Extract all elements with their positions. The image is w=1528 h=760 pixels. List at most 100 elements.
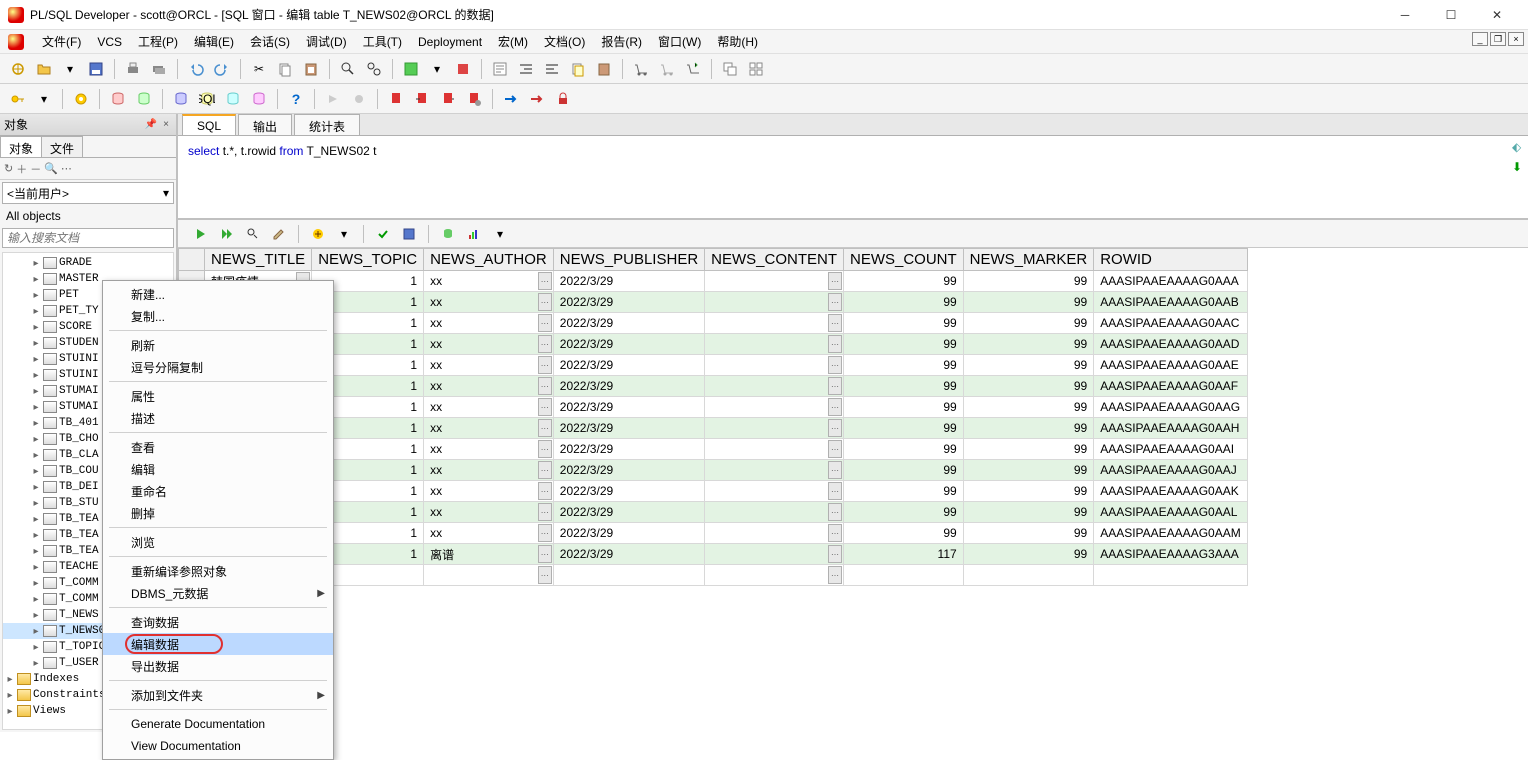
cell-ellipsis-icon[interactable]: ⋯ [828, 440, 842, 458]
cell-ellipsis-icon[interactable]: ⋯ [828, 272, 842, 290]
bk2-icon[interactable] [410, 87, 434, 111]
tile-icon[interactable] [744, 57, 768, 81]
cell-ellipsis-icon[interactable]: ⋯ [828, 398, 842, 416]
cut-icon[interactable]: ✂ [247, 57, 271, 81]
find3-icon[interactable] [242, 223, 264, 245]
ctx-查询数据[interactable]: 查询数据 [103, 611, 333, 633]
cell-ellipsis-icon[interactable]: ⋯ [828, 314, 842, 332]
bk3-icon[interactable] [436, 87, 460, 111]
ctx-属性[interactable]: 属性 [103, 385, 333, 407]
ctx-逗号分隔复制[interactable]: 逗号分隔复制 [103, 356, 333, 378]
step2-icon[interactable] [347, 87, 371, 111]
cell-ellipsis-icon[interactable]: ⋯ [538, 461, 552, 479]
cell-ellipsis-icon[interactable]: ⋯ [538, 335, 552, 353]
db2-icon[interactable] [132, 87, 156, 111]
table-row[interactable]: 美国疫情⋯1xx⋯2022/3/29⋯9999AAASIPAAEAAAAG0AA… [179, 418, 1248, 439]
context-menu[interactable]: 新建...复制...刷新逗号分隔复制属性描述查看编辑重命名删掉浏览重新编译参照对… [102, 280, 334, 760]
explain-icon[interactable] [488, 57, 512, 81]
ctx-浏览[interactable]: 浏览 [103, 531, 333, 553]
col-NEWS_PUBLISHER[interactable]: NEWS_PUBLISHER [553, 249, 704, 271]
replace-icon[interactable] [362, 57, 386, 81]
cart2-icon[interactable] [655, 57, 679, 81]
ctx-复制...[interactable]: 复制... [103, 305, 333, 327]
add-row-icon[interactable] [307, 223, 329, 245]
cell-ellipsis-icon[interactable]: ⋯ [828, 356, 842, 374]
table-row[interactable]: 美国疫情⋯1离谱⋯2022/3/29⋯11799AAASIPAAEAAAAG3A… [179, 544, 1248, 565]
menu-宏(M)[interactable]: 宏(M) [490, 30, 536, 54]
bk4-icon[interactable] [462, 87, 486, 111]
cell-ellipsis-icon[interactable]: ⋯ [828, 293, 842, 311]
cell-ellipsis-icon[interactable]: ⋯ [538, 398, 552, 416]
plus-icon[interactable]: ＋ [16, 161, 27, 177]
table-row[interactable]: 韩国疫情⋯1xx⋯2022/3/29⋯9999AAASIPAAEAAAAG0AA… [179, 271, 1248, 292]
col-NEWS_TOPIC[interactable]: NEWS_TOPIC [312, 249, 424, 271]
cell-ellipsis-icon[interactable]: ⋯ [828, 461, 842, 479]
menu-工程(P)[interactable]: 工程(P) [130, 30, 186, 54]
db5-icon[interactable] [221, 87, 245, 111]
drop-icon[interactable]: ▾ [333, 223, 355, 245]
tree-item-GRADE[interactable]: ▸GRADE [3, 255, 173, 271]
table-row[interactable]: 国内疫情⋯1xx⋯2022/3/29⋯9999AAASIPAAEAAAAG0AA… [179, 355, 1248, 376]
ctx-重新编译参照对象[interactable]: 重新编译参照对象 [103, 560, 333, 582]
gutter-down-icon[interactable]: ⬇ [1512, 160, 1522, 174]
db3-icon[interactable] [169, 87, 193, 111]
outdent-icon[interactable] [540, 57, 564, 81]
db4-icon[interactable]: SQL [195, 87, 219, 111]
cell-ellipsis-icon[interactable]: ⋯ [828, 503, 842, 521]
chart-icon[interactable] [463, 223, 485, 245]
filter-icon[interactable]: ⋯ [61, 162, 72, 175]
table-row[interactable]: 山里疫情⋯1xx⋯2022/3/29⋯9999AAASIPAAEAAAAG0AA… [179, 313, 1248, 334]
ctx-刷新[interactable]: 刷新 [103, 334, 333, 356]
step1-icon[interactable] [321, 87, 345, 111]
cell-ellipsis-icon[interactable]: ⋯ [538, 524, 552, 542]
fetch-next-icon[interactable] [190, 223, 212, 245]
cell-ellipsis-icon[interactable]: ⋯ [538, 272, 552, 290]
doc-tab-统计表[interactable]: 统计表 [294, 114, 360, 135]
mdi-minimize[interactable]: _ [1472, 32, 1488, 46]
windows-icon[interactable] [718, 57, 742, 81]
mdi-restore[interactable]: ❐ [1490, 32, 1506, 46]
col-ROWID[interactable]: ROWID [1094, 249, 1248, 271]
table-row[interactable]: 国内疫情⋯1xx⋯2022/3/29⋯9999AAASIPAAEAAAAG0AA… [179, 481, 1248, 502]
sql-editor[interactable]: select t.*, t.rowid from T_NEWS02 t ⬖ ⬇ [178, 136, 1528, 220]
execute-icon[interactable] [399, 57, 423, 81]
menu-窗口(W)[interactable]: 窗口(W) [650, 30, 709, 54]
table-row[interactable]: 美国疫情⋯1xx⋯2022/3/29⋯9999AAASIPAAEAAAAG0AA… [179, 460, 1248, 481]
cell-ellipsis-icon[interactable]: ⋯ [538, 356, 552, 374]
menu-帮助(H)[interactable]: 帮助(H) [709, 30, 766, 54]
lock-icon[interactable] [551, 87, 575, 111]
cart1-icon[interactable] [629, 57, 653, 81]
gutter-up-icon[interactable]: ⬖ [1512, 140, 1522, 154]
dropdown-icon[interactable]: ▾ [58, 57, 82, 81]
key-icon[interactable] [6, 87, 30, 111]
ctx-编辑[interactable]: 编辑 [103, 458, 333, 480]
ctx-编辑数据[interactable]: 编辑数据 [103, 633, 333, 655]
stop-icon[interactable] [451, 57, 475, 81]
cell-ellipsis-icon[interactable]: ⋯ [828, 482, 842, 500]
close-button[interactable]: ✕ [1474, 0, 1520, 30]
table-row[interactable]: 美国疫情⋯1xx⋯2022/3/29⋯9999AAASIPAAEAAAAG0AA… [179, 334, 1248, 355]
edit2-icon[interactable] [268, 223, 290, 245]
browser-tab-文件[interactable]: 文件 [41, 136, 83, 157]
menu-工具(T)[interactable]: 工具(T) [355, 30, 410, 54]
menu-Deployment[interactable]: Deployment [410, 30, 490, 54]
cell-ellipsis-icon[interactable]: ⋯ [538, 314, 552, 332]
table-row[interactable]: 美国疫情⋯1xx⋯2022/3/29⋯9999AAASIPAAEAAAAG0AA… [179, 502, 1248, 523]
result-grid[interactable]: NEWS_TITLENEWS_TOPICNEWS_AUTHORNEWS_PUBL… [178, 248, 1528, 732]
find-icon[interactable] [336, 57, 360, 81]
paste-icon[interactable] [299, 57, 323, 81]
user-select[interactable]: <当前用户> ▾ [2, 182, 174, 204]
search-input[interactable] [2, 228, 174, 248]
menu-文档(O)[interactable]: 文档(O) [536, 30, 593, 54]
table-row[interactable]: 美国疫情⋯1xx⋯2022/3/29⋯9999AAASIPAAEAAAAG0AA… [179, 376, 1248, 397]
print-all-icon[interactable] [147, 57, 171, 81]
menu-调试(D)[interactable]: 调试(D) [298, 30, 355, 54]
ctx-添加到文件夹[interactable]: 添加到文件夹▶ [103, 684, 333, 706]
paste2-icon[interactable] [592, 57, 616, 81]
col-NEWS_AUTHOR[interactable]: NEWS_AUTHOR [424, 249, 554, 271]
fetch-all-icon[interactable] [216, 223, 238, 245]
cell-ellipsis-icon[interactable]: ⋯ [828, 545, 842, 563]
refresh-icon[interactable]: ↻ [4, 162, 13, 175]
copy-icon[interactable] [273, 57, 297, 81]
redo-icon[interactable] [210, 57, 234, 81]
